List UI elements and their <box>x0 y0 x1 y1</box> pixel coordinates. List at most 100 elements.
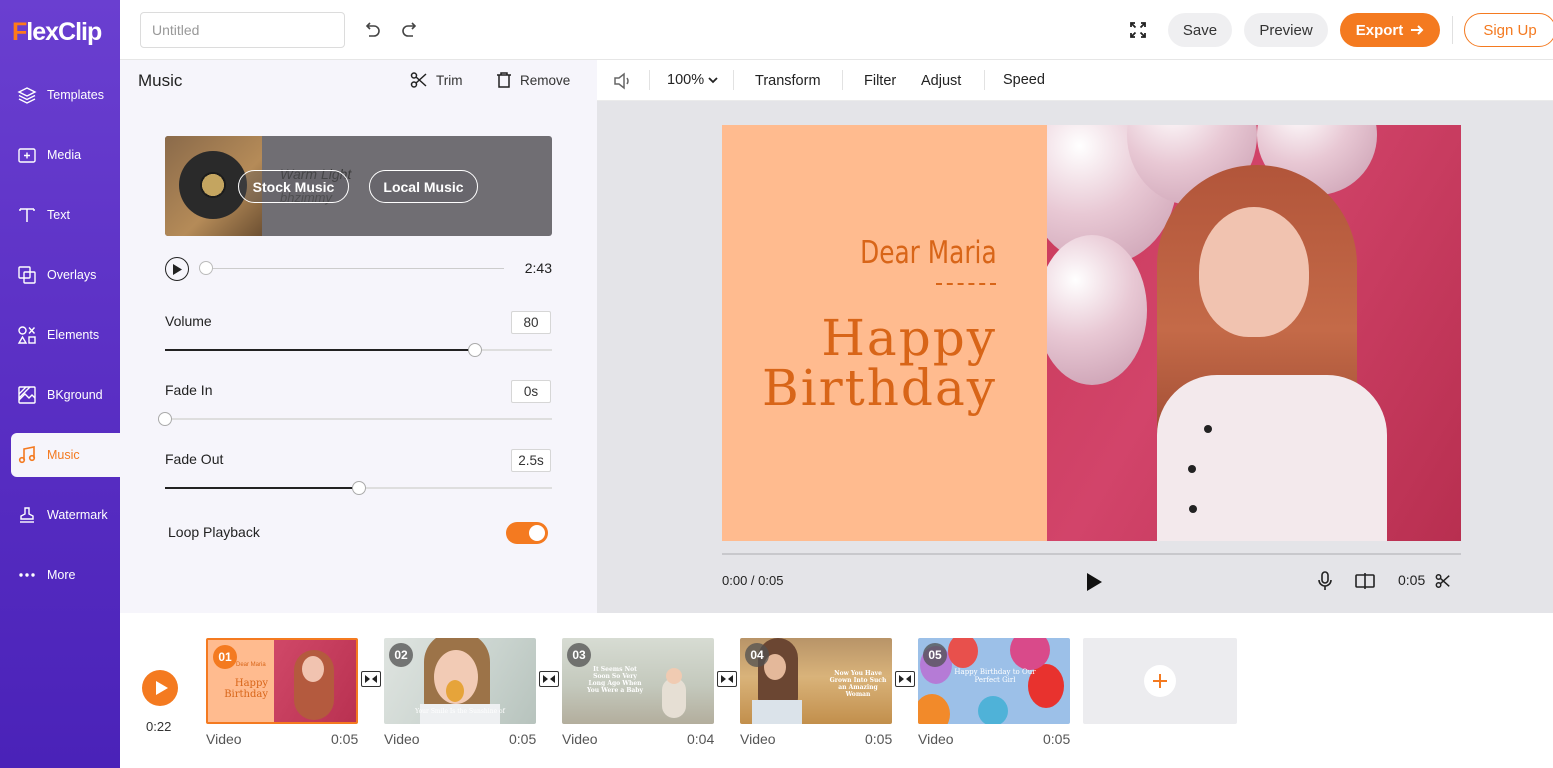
transition-icon <box>721 675 733 683</box>
sidebar-item-watermark[interactable]: Watermark <box>0 493 120 537</box>
divider <box>733 70 734 90</box>
fade-in-slider[interactable] <box>158 412 552 426</box>
adjust-button[interactable]: Adjust <box>921 73 961 89</box>
text-background: Dear Maria Happy Birthday <box>722 125 1047 541</box>
canvas-area: Dear Maria Happy Birthday 0:00 / 0:05 0:… <box>597 101 1553 613</box>
greeting-text[interactable]: Dear Maria <box>860 235 997 271</box>
clip-thumb-caption: It Seems Not Soon So Very Long Ago When … <box>587 666 643 694</box>
loop-playback-label: Loop Playback <box>168 524 260 540</box>
volume-slider-handle[interactable] <box>467 343 482 357</box>
timeline-clip-5[interactable]: 05 Happy Birthday to Our Perfect Girl <box>918 638 1070 724</box>
sidebar-item-media[interactable]: Media <box>0 133 120 177</box>
preview-button[interactable]: Preview <box>1244 13 1328 47</box>
headline-line-1: Happy <box>821 309 997 367</box>
undo-icon[interactable] <box>362 20 382 45</box>
music-play-button[interactable] <box>165 257 189 281</box>
timeline-clip-4[interactable]: 04 Now You Have Grown Into Such an Amazi… <box>740 638 892 724</box>
shirt-button <box>1189 505 1197 513</box>
add-clip-button[interactable] <box>1083 638 1237 724</box>
trash-icon <box>496 71 520 89</box>
preview-progress-bar[interactable] <box>722 553 1461 555</box>
sidebar-item-music[interactable]: Music <box>11 433 120 477</box>
timeline-total-time: 0:22 <box>146 719 172 734</box>
export-button[interactable]: Export <box>1340 13 1440 47</box>
split-scissors-icon[interactable] <box>1435 573 1451 594</box>
timeline-clip-3[interactable]: 03 It Seems Not Soon So Very Long Ago Wh… <box>562 638 714 724</box>
transition-button[interactable] <box>361 671 381 687</box>
elements-icon <box>16 324 38 346</box>
microphone-icon[interactable] <box>1317 571 1333 596</box>
trim-button[interactable]: Trim <box>410 71 463 89</box>
redo-icon[interactable] <box>400 20 420 45</box>
fade-out-value-input[interactable]: 2.5s <box>511 449 551 472</box>
aspect-ratio-icon[interactable] <box>1355 572 1375 595</box>
clip-type-label: Video <box>918 731 954 747</box>
filter-button[interactable]: Filter <box>864 73 896 89</box>
sidebar-item-text[interactable]: Text <box>0 193 120 237</box>
fade-out-slider-fill <box>165 487 359 489</box>
sidebar-item-bkground[interactable]: BKground <box>0 373 120 417</box>
fade-in-value-input[interactable]: 0s <box>511 380 551 403</box>
preview-play-button[interactable] <box>1085 572 1103 597</box>
headline-text[interactable]: Happy Birthday <box>762 313 997 413</box>
volume-label: Volume <box>165 313 212 329</box>
transition-button[interactable] <box>539 671 559 687</box>
transition-button[interactable] <box>717 671 737 687</box>
zoom-value: 100% <box>667 72 705 88</box>
sidebar-item-overlays[interactable]: Overlays <box>0 253 120 297</box>
sidebar-item-label: Overlays <box>47 268 97 282</box>
trim-label: Trim <box>436 72 463 88</box>
birthday-photo[interactable] <box>1047 125 1461 541</box>
transform-button[interactable]: Transform <box>755 73 821 89</box>
music-seek-handle[interactable] <box>199 261 213 275</box>
timeline-play-button[interactable] <box>142 670 178 706</box>
divider <box>649 70 650 90</box>
zoom-dropdown[interactable]: 100% <box>667 72 718 88</box>
volume-slider[interactable] <box>165 343 552 357</box>
clip-type-label: Video <box>206 731 242 747</box>
music-player: 2:43 <box>165 257 552 281</box>
video-preview-stage[interactable]: Dear Maria Happy Birthday <box>722 125 1461 541</box>
loop-playback-toggle[interactable] <box>506 522 548 544</box>
fade-in-label: Fade In <box>165 382 213 398</box>
save-button[interactable]: Save <box>1168 13 1232 47</box>
layers-icon <box>16 84 38 106</box>
clip-duration-label: 0:05 <box>865 731 893 747</box>
add-clip-circle <box>1144 665 1176 697</box>
sidebar-item-label: Elements <box>47 328 100 342</box>
timeline-clip-1[interactable]: 01 Dear Maria Happy Birthday <box>206 638 358 724</box>
export-label: Export <box>1355 21 1404 39</box>
speed-button[interactable]: Speed <box>1003 72 1045 88</box>
volume-slider-fill <box>165 349 475 351</box>
sidebar-item-templates[interactable]: Templates <box>0 73 120 117</box>
sign-up-button[interactable]: Sign Up <box>1464 13 1553 47</box>
transition-icon <box>899 675 911 683</box>
timeline-clip-2[interactable]: 02 Your Smile Is the Sunshine of <box>384 638 536 724</box>
sidebar-item-elements[interactable]: Elements <box>0 313 120 357</box>
arrow-right-icon <box>1410 24 1424 36</box>
fade-in-slider-handle[interactable] <box>158 412 172 426</box>
music-seek-track[interactable] <box>205 268 504 269</box>
remove-button[interactable]: Remove <box>496 71 570 89</box>
sidebar-item-more[interactable]: More <box>0 553 120 597</box>
clip-duration: 0:05 <box>1398 572 1426 588</box>
local-music-button[interactable]: Local Music <box>369 170 478 203</box>
fade-out-slider-handle[interactable] <box>351 481 366 495</box>
stamp-icon <box>16 504 38 526</box>
fade-out-slider[interactable] <box>165 481 552 495</box>
fade-out-label: Fade Out <box>165 451 224 467</box>
preview-time: 0:00 / 0:05 <box>722 573 784 588</box>
transition-icon <box>365 675 377 683</box>
transition-icon <box>543 675 555 683</box>
text-icon <box>16 204 38 226</box>
transition-button[interactable] <box>895 671 915 687</box>
project-title-input[interactable] <box>140 12 345 48</box>
timeline: 0:22 01 Dear Maria Happy Birthday Video 0… <box>120 613 1553 768</box>
fullscreen-icon[interactable] <box>1128 20 1148 45</box>
decorative-dash <box>936 283 996 285</box>
volume-speaker-icon[interactable] <box>613 72 633 90</box>
volume-value-input[interactable]: 80 <box>511 311 551 334</box>
stock-music-button[interactable]: Stock Music <box>238 170 349 203</box>
clip-number: 04 <box>745 643 769 667</box>
flexclip-logo[interactable]: FlexClip <box>12 18 102 47</box>
